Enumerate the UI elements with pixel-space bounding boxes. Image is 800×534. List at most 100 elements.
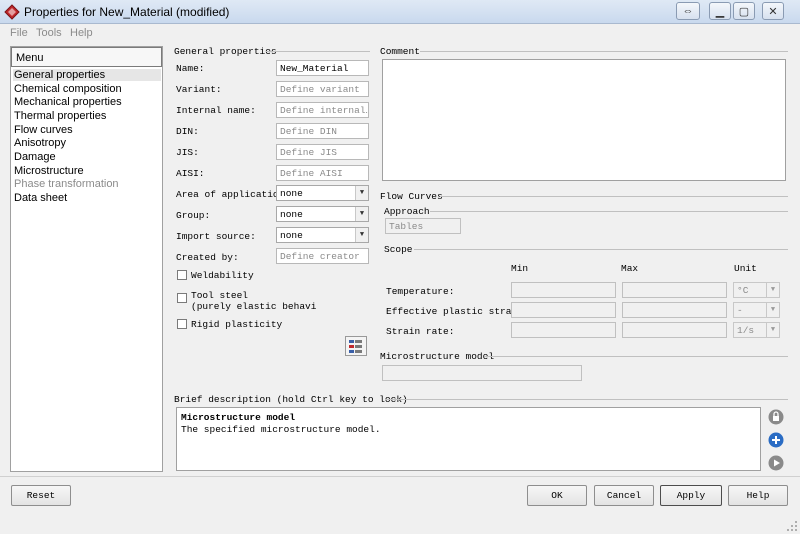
nav-item-microstructure[interactable]: Microstructure [14,165,84,177]
created-by-label: Created by: [176,252,239,263]
strain-rate-unit-select: 1/s ▼ [733,322,780,338]
scope-label: Scope [384,244,413,255]
weldability-label: Weldability [191,270,254,281]
reset-button[interactable]: Reset [11,485,71,506]
rigid-plasticity-checkbox[interactable] [177,319,187,329]
close-button[interactable]: ✕ [762,2,784,20]
microstructure-model-title: Microstructure model [380,351,495,362]
effective-plastic-strain-label: Effective plastic strain: [386,306,529,317]
chevron-down-icon: ▼ [355,186,368,200]
menu-help[interactable]: Help [70,27,93,39]
brief-description-box: Microstructure model The specified micro… [176,407,761,471]
area-of-application-select[interactable]: none ▼ [276,185,369,201]
group-label: Group: [176,210,211,221]
group-value: none [280,209,303,220]
navigation-panel: Menu General properties Chemical composi… [10,46,163,472]
weldability-checkbox[interactable] [177,270,187,280]
brief-description-title: Brief description (hold Ctrl key to lock… [174,394,408,405]
created-by-field[interactable]: Define creator [276,248,369,264]
resize-arrows-icon[interactable]: ⇔ [676,2,700,20]
jis-label: JIS: [176,147,199,158]
variant-label: Variant: [176,84,222,95]
chevron-down-icon: ▼ [355,228,368,242]
general-properties-divider [266,51,370,52]
unit-header: Unit [734,263,757,274]
lock-icon[interactable] [768,409,784,425]
chevron-down-icon: ▼ [766,283,779,297]
strain-rate-unit-value: 1/s [737,325,755,336]
group-select[interactable]: none ▼ [276,206,369,222]
approach-label: Approach [384,206,430,217]
import-source-value: none [280,230,303,241]
temperature-max-field [622,282,727,298]
menu-bar: File Tools Help [0,24,800,42]
internal-name-field[interactable]: Define internal… [276,102,369,118]
strain-rate-max-field [622,322,727,338]
chevron-down-icon: ▼ [766,303,779,317]
comment-title: Comment [380,46,420,57]
ok-button[interactable]: OK [527,485,587,506]
temperature-unit-select: °C ▼ [733,282,780,298]
aisi-field[interactable]: Define AISI [276,165,369,181]
resize-grip-icon[interactable] [786,520,798,532]
menu-tools[interactable]: Tools [36,27,62,39]
app-logo-icon [4,4,20,20]
scope-divider [414,249,788,250]
title-bar: Properties for New_Material (modified) ⇔… [0,0,800,24]
variant-field[interactable]: Define variant [276,81,369,97]
temperature-unit-value: °C [737,285,749,296]
rigid-plasticity-label: Rigid plasticity [191,319,283,330]
tool-steel-sublabel: (purely elastic behavi [191,301,317,312]
nav-item-mechanical-properties[interactable]: Mechanical properties [14,96,122,108]
general-properties-title: General properties [174,46,277,57]
tool-steel-checkbox[interactable] [177,293,187,303]
name-label: Name: [176,63,205,74]
play-icon[interactable] [768,455,784,471]
comment-divider [420,51,788,52]
apply-button[interactable]: Apply [660,485,722,506]
menu-file[interactable]: File [10,27,28,39]
approach-field: Tables [385,218,461,234]
strain-rate-min-field [511,322,616,338]
edit-list-button[interactable] [345,336,367,356]
name-field[interactable]: New_Material [276,60,369,76]
nav-item-anisotropy[interactable]: Anisotropy [14,137,66,149]
strain-unit-value: - [737,305,743,316]
nav-item-general-properties[interactable]: General properties [13,69,161,81]
import-source-label: Import source: [176,231,256,242]
maximize-button[interactable]: ▢ [733,2,755,20]
brief-description-divider [385,399,788,400]
strain-rate-label: Strain rate: [386,326,455,337]
minimize-button[interactable]: ▁ [709,2,731,20]
temperature-label: Temperature: [386,286,455,297]
temperature-min-field [511,282,616,298]
brief-description-text: The specified microstructure model. [181,424,381,435]
max-header: Max [621,263,639,274]
aisi-label: AISI: [176,168,205,179]
microstructure-model-divider [484,356,788,357]
nav-item-damage[interactable]: Damage [14,151,56,163]
menu-header: Menu [11,47,162,67]
min-header: Min [511,263,529,274]
din-field[interactable]: Define DIN [276,123,369,139]
help-button[interactable]: Help [728,485,788,506]
import-source-select[interactable]: none ▼ [276,227,369,243]
nav-item-phase-transformation: Phase transformation [14,178,119,190]
chevron-down-icon: ▼ [766,323,779,337]
add-icon[interactable] [768,432,784,448]
list-edit-icon [349,340,362,353]
internal-name-label: Internal name: [176,105,256,116]
approach-divider [430,211,788,212]
cancel-button[interactable]: Cancel [594,485,654,506]
microstructure-model-field [382,365,582,381]
jis-field[interactable]: Define JIS [276,144,369,160]
window-title: Properties for New_Material (modified) [24,5,230,19]
nav-item-flow-curves[interactable]: Flow curves [14,124,73,136]
nav-item-chemical-composition[interactable]: Chemical composition [14,83,122,95]
brief-description-heading: Microstructure model [181,412,296,423]
nav-item-thermal-properties[interactable]: Thermal properties [14,110,106,122]
comment-textarea[interactable] [382,59,786,181]
footer-divider [0,476,800,477]
nav-item-data-sheet[interactable]: Data sheet [14,192,67,204]
flow-curves-divider [440,196,788,197]
